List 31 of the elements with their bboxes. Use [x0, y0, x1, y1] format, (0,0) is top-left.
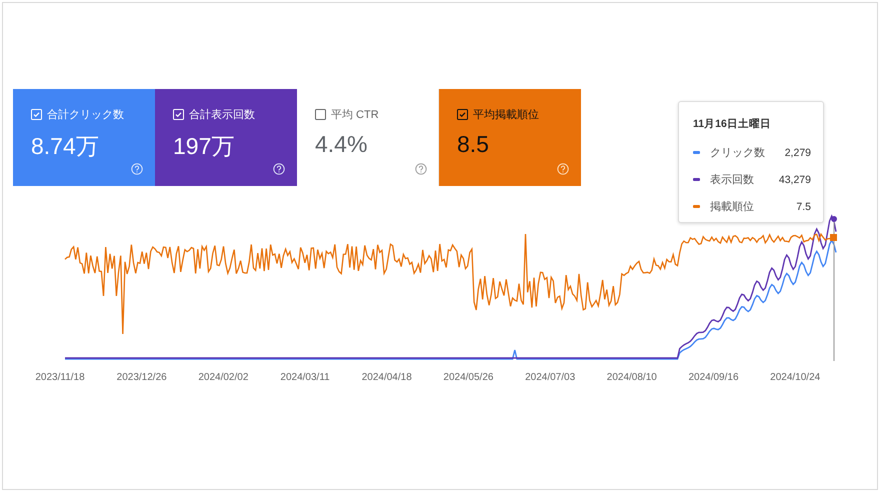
- checkbox[interactable]: [457, 109, 468, 120]
- metric-card[interactable]: 平均掲載順位 8.5: [439, 89, 581, 186]
- metric-value: 8.74万: [31, 132, 100, 161]
- help-icon[interactable]: [415, 163, 427, 175]
- axis-label: 2024/02/02: [197, 372, 250, 383]
- tooltip-date: 11月16日土曜日: [693, 117, 772, 131]
- data-point: [830, 234, 837, 241]
- axis-label: 2024/03/11: [279, 372, 331, 383]
- data-point: [831, 216, 837, 222]
- series-name: 掲載順位: [710, 200, 755, 214]
- axis-label: 2024/10/24: [769, 372, 822, 383]
- axis-label: 2024/09/16: [687, 372, 740, 383]
- axis-label: 2023/12/26: [116, 372, 168, 383]
- axis-label: 2024/07/03: [524, 372, 576, 383]
- metric-value: 197万: [173, 132, 236, 161]
- series-value: 7.5: [796, 200, 811, 212]
- axis-label: 2023/11/18: [34, 372, 86, 383]
- series-value: 43,279: [778, 174, 811, 186]
- series-name: クリック数: [710, 146, 766, 160]
- metric-value: 4.4%: [315, 131, 368, 158]
- axis-label: 2024/05/26: [442, 372, 494, 383]
- axis-label: 2024/04/18: [360, 372, 413, 383]
- metric-label: 平均 CTR: [331, 108, 379, 122]
- metric-value: 8.5: [457, 131, 490, 158]
- series-name: 表示回数: [710, 173, 755, 187]
- axis-label: 2024/08/10: [606, 372, 658, 383]
- metric-label: 合計表示回数: [189, 108, 255, 122]
- checkbox[interactable]: [315, 109, 326, 120]
- metric-label: 平均掲載順位: [473, 108, 539, 122]
- metric-label: 合計クリック数: [47, 108, 124, 122]
- series-value: 2,279: [784, 146, 811, 158]
